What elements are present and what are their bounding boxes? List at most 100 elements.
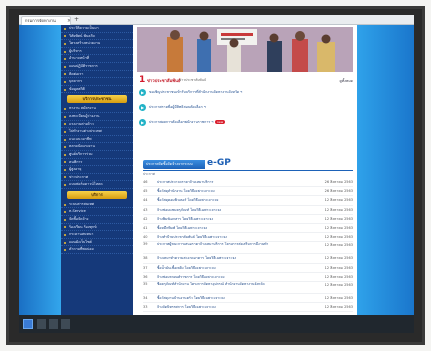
egp-row-number: 35 — [143, 281, 148, 286]
egp-subtitle: ประกาศ — [143, 172, 155, 176]
sidebar-item[interactable]: แรงงานต่างด้าว — [61, 121, 133, 129]
taskbar-app-icon[interactable] — [49, 319, 58, 329]
egp-row-title[interactable]: จ้างซ่อมรถยนต์ราชการ โดยวิธีเฉพาะเจาะจง — [157, 273, 293, 282]
egp-row[interactable]: 40 จ้างทำป้ายประชาสัมพันธ์ โดยวิธีเฉพาะเจ… — [143, 233, 353, 243]
divider — [143, 169, 353, 171]
egp-row-date: 12 สิงหาคม 2563 — [324, 198, 353, 203]
sidebar-item[interactable]: อำนาจหน้าที่ — [61, 55, 133, 63]
news-item-text: ประกาศผลการคัดเลือกพนักงานราชการ ฯ — [149, 120, 214, 124]
egp-row-number: 40 — [143, 235, 148, 240]
egp-row[interactable]: 46 ประกาศประกวดราคาจ้างเหมาบริการ 26 สิงหา… — [143, 178, 353, 188]
egp-row-title[interactable]: ซื้อน้ำมันเชื้อเพลิง โดยวิธีเฉพาะเจาะจง — [157, 264, 293, 273]
egp-row-title[interactable]: จ้างพิมพ์เอกสาร โดยวิธีเฉพาะเจาะจง — [157, 215, 293, 224]
browser-tab[interactable]: กรมการจัดหางาน × — [21, 16, 71, 25]
egp-row-number: 42 — [143, 216, 148, 221]
egp-row[interactable]: 45 ซื้อวัสดุสำนักงาน โดยวิธีเฉพาะเจาะจง 26… — [143, 187, 353, 197]
sidebar-item[interactable]: บุคลากร — [61, 78, 133, 86]
egp-tab[interactable]: ประกาศจัดซื้อจัดจ้างจากระบบ — [143, 160, 205, 169]
sidebar-item[interactable]: กระดานสนทนา — [61, 231, 133, 239]
egp-row[interactable]: 39 ประกาศผู้ชนะการเสนอราคาจ้างเหมาบริการ … — [143, 242, 353, 255]
sidebar-item[interactable]: ลงทะเบียนผู้ว่างงาน — [61, 113, 133, 121]
news-bullet-icon: ▶ — [139, 119, 146, 126]
sidebar-menu: ประวัติความเป็นมา วิสัยทัศน์ พันธกิจ โครงส… — [61, 25, 133, 315]
egp-row-date: 12 สิงหาคม 2563 — [324, 216, 353, 221]
sidebar-item[interactable]: วิสัยทัศน์ พันธกิจ — [61, 33, 133, 41]
sidebar-item[interactable]: ศูนย์บริการร่วม — [61, 151, 133, 159]
egp-row-title[interactable]: ประกาศผู้ชนะการเสนอราคาจ้างเหมาบริการ โค… — [157, 242, 293, 248]
egp-row-title[interactable]: ซื้อวัสดุสำนักงาน โดยวิธีเฉพาะเจาะจง — [157, 187, 293, 196]
egp-row[interactable]: 42 จ้างพิมพ์เอกสาร โดยวิธีเฉพาะเจาะจง 12 ส… — [143, 215, 353, 224]
egp-row[interactable]: 34 ซื้อวัสดุงานบ้านงานครัว โดยวิธีเฉพาะเจ… — [143, 294, 353, 304]
egp-row-title[interactable]: จ้างซ่อมแซมครุภัณฑ์ โดยวิธีเฉพาะเจาะจง — [157, 206, 293, 215]
sidebar-item[interactable]: ประวัติความเป็นมา — [61, 25, 133, 33]
sidebar-item[interactable]: ติดต่อเรา — [61, 71, 133, 79]
sidebar-item[interactable]: ไปทำงานต่างประเทศ — [61, 128, 133, 136]
egp-row[interactable]: 37 ซื้อน้ำมันเชื้อเพลิง โดยวิธีเฉพาะเจาะจ… — [143, 264, 353, 273]
egp-row-title[interactable]: จ้างเหมาทำความสะอาดอาคาร โดยวิธีเฉพาะเจา… — [157, 254, 293, 263]
egp-row-title[interactable]: จ้างทำป้ายประชาสัมพันธ์ โดยวิธีเฉพาะเจาะ… — [157, 233, 293, 242]
sidebar-item[interactable]: ข่าวประกาศ — [61, 174, 133, 182]
close-icon[interactable]: × — [67, 17, 70, 25]
egp-logo: e-GP — [207, 158, 231, 168]
egp-row[interactable]: 43 จ้างซ่อมแซมครุภัณฑ์ โดยวิธีเฉพาะเจาะจง… — [143, 206, 353, 215]
start-icon[interactable] — [23, 319, 33, 329]
see-all-link[interactable]: ดูทั้งหมด — [339, 78, 353, 84]
egp-row-date: 12 สิงหาคม 2563 — [324, 282, 353, 287]
sidebar-item[interactable]: ข้อมูลสถิติ — [61, 86, 133, 94]
sidebar-item[interactable]: ผู้บริหาร — [61, 48, 133, 56]
egp-header: ประกาศจัดซื้อจัดจ้างจากระบบ e-GP — [143, 158, 353, 171]
sidebar-item[interactable]: แผนปฏิบัติราชการ — [61, 63, 133, 71]
egp-row-date: 12 สิงหาคม 2563 — [324, 274, 353, 279]
sidebar-item[interactable]: แผนผังเว็บไซต์ — [61, 239, 133, 247]
egp-row-number: 34 — [143, 295, 148, 300]
egp-row[interactable]: 38 จ้างเหมาทำความสะอาดอาคาร โดยวิธีเฉพาะเ… — [143, 254, 353, 264]
news-item[interactable]: ▶ ประกาศผลการคัดเลือกพนักงานราชการ ฯ new — [139, 115, 353, 130]
egp-row[interactable]: 44 ซื้อวัสดุคอมพิวเตอร์ โดยวิธีเฉพาะเจาะจ… — [143, 196, 353, 206]
sidebar-item[interactable]: คำถามที่พบบ่อย — [61, 246, 133, 255]
egp-row[interactable]: 33 จ้างจัดนิทรรศการ โดยวิธีเฉพาะเจาะจง 12 … — [143, 303, 353, 313]
news-header: 1 ข่าวประชาสัมพันธ์ ข่าวประชาสัมพันธ์ ดู… — [139, 75, 353, 85]
egp-row-title[interactable]: จ้างจัดนิทรรศการ โดยวิธีเฉพาะเจาะจง — [157, 303, 293, 312]
taskbar-app-icon[interactable] — [61, 319, 70, 329]
sidebar-item[interactable]: หางาน สมัครงาน — [61, 105, 133, 113]
sidebar-item[interactable]: คนพิการ — [61, 159, 133, 167]
egp-row[interactable]: 35 ซื้อครุภัณฑ์สำนักงาน โครงการจัดหาอุปกร… — [143, 282, 353, 294]
egp-row-number: 41 — [143, 225, 148, 230]
egp-row[interactable]: 36 จ้างซ่อมรถยนต์ราชการ โดยวิธีเฉพาะเจาะจ… — [143, 273, 353, 282]
egp-row-date: 12 สิงหาคม 2563 — [324, 295, 353, 300]
sidebar-item[interactable]: จัดซื้อจัดจ้าง — [61, 216, 133, 224]
egp-row-date: 12 สิงหาคม 2563 — [324, 305, 353, 310]
news-section: 1 ข่าวประชาสัมพันธ์ ข่าวประชาสัมพันธ์ ดู… — [139, 75, 353, 130]
egp-row-number: 43 — [143, 207, 148, 212]
sidebar-item[interactable]: โครงสร้างหน่วยงาน — [61, 40, 133, 48]
sidebar-item[interactable]: ระบบสารสนเทศ — [61, 201, 133, 209]
sidebar-item[interactable]: ผู้สูงอายุ — [61, 166, 133, 174]
tab-label: กรมการจัดหางาน — [25, 18, 56, 23]
egp-row-number: 39 — [143, 242, 148, 247]
egp-row-number: 38 — [143, 256, 148, 261]
egp-row-title[interactable]: ซื้อหมึกพิมพ์ โดยวิธีเฉพาะเจาะจง — [157, 224, 293, 233]
egp-row-date: 26 สิงหาคม 2563 — [324, 189, 353, 194]
sidebar-item[interactable]: ร้องเรียน ร้องทุกข์ — [61, 224, 133, 232]
sidebar-item[interactable]: แนะแนวอาชีพ — [61, 136, 133, 144]
sidebar-item[interactable]: ตลาดนัดแรงงาน — [61, 143, 133, 151]
sidebar-item[interactable]: แบบฟอร์มดาวน์โหลด — [61, 181, 133, 189]
new-tab-button[interactable]: + — [74, 16, 79, 24]
sidebar-group-top: ประวัติความเป็นมา วิสัยทัศน์ พันธกิจ โครงส… — [61, 25, 133, 94]
egp-row-title[interactable]: ประกาศประกวดราคาจ้างเหมาบริการ — [157, 178, 293, 187]
news-item[interactable]: ▶ ประกาศรายชื่อผู้มีสิทธิสอบคัดเลือก ฯ — [139, 100, 353, 115]
taskbar-app-icon[interactable] — [37, 319, 46, 329]
egp-row-title[interactable]: ซื้อครุภัณฑ์สำนักงาน โครงการจัดหาอุปกรณ์… — [157, 282, 293, 288]
egp-row-date: 12 สิงหาคม 2563 — [324, 265, 353, 270]
egp-row-date: 26 สิงหาคม 2563 — [324, 180, 353, 184]
egp-row-date: 12 สิงหาคม 2563 — [324, 207, 353, 212]
egp-row[interactable]: 41 ซื้อหมึกพิมพ์ โดยวิธีเฉพาะเจาะจง 12 สิง… — [143, 224, 353, 234]
egp-row-date: 12 สิงหาคม 2563 — [324, 235, 353, 240]
sidebar-item[interactable]: e-Service — [61, 208, 133, 217]
egp-row-title[interactable]: ซื้อวัสดุคอมพิวเตอร์ โดยวิธีเฉพาะเจาะจง — [157, 196, 293, 205]
egp-row-title[interactable]: ซื้อวัสดุงานบ้านงานครัว โดยวิธีเฉพาะเจาะ… — [157, 294, 293, 303]
news-list: ▶ ขอเชิญประชาชนเข้ารับบริการที่สำนักงานจั… — [139, 85, 353, 130]
banner-photo — [137, 27, 353, 72]
news-item[interactable]: ▶ ขอเชิญประชาชนเข้ารับบริการที่สำนักงานจั… — [139, 85, 353, 100]
news-item-text: ประกาศรายชื่อผู้มีสิทธิสอบคัดเลือก ฯ — [149, 105, 206, 109]
